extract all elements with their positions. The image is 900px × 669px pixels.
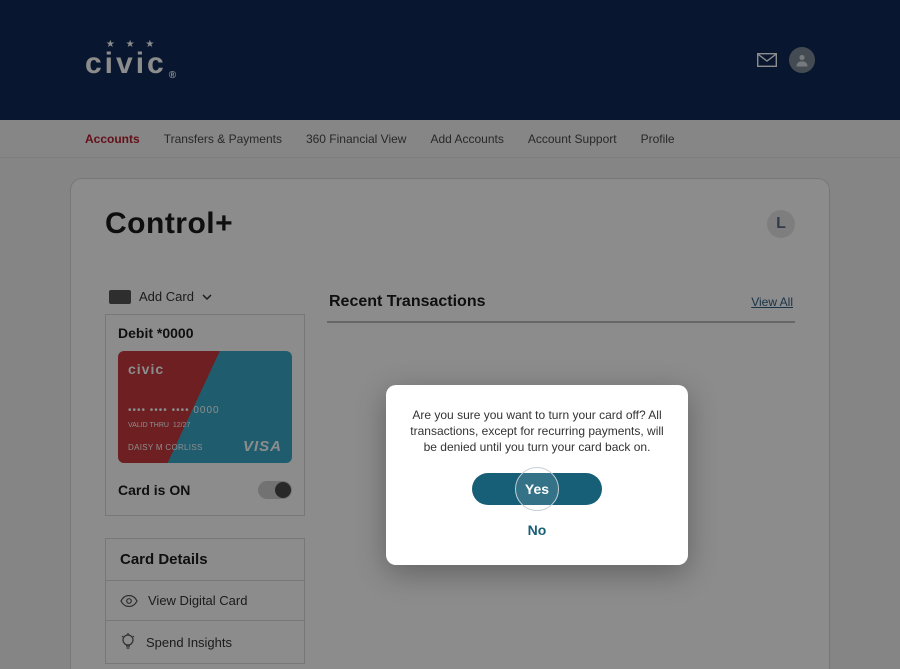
confirm-turn-off-modal: Are you sure you want to turn your card … — [386, 385, 688, 565]
modal-message: Are you sure you want to turn your card … — [408, 407, 666, 455]
modal-yes-label: Yes — [525, 481, 549, 497]
modal-no-label: No — [528, 522, 547, 538]
app-root: ★ ★ ★ civic® — [0, 0, 900, 669]
modal-yes-button[interactable]: Yes — [472, 473, 602, 505]
modal-no-button[interactable]: No — [522, 521, 553, 539]
modal-backdrop[interactable] — [0, 0, 900, 669]
